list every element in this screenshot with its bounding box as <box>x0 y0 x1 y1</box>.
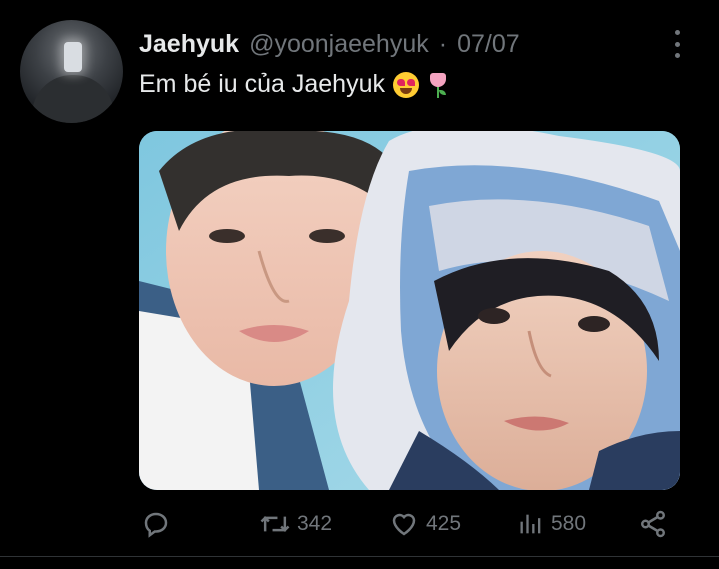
tweet-date[interactable]: 07/07 <box>457 30 520 59</box>
user-handle[interactable]: @yoonjaeehyuk <box>249 30 429 59</box>
heart-icon <box>392 513 416 536</box>
header-separator: · <box>438 29 448 58</box>
more-dot <box>674 30 680 35</box>
retweet-button[interactable]: 342 <box>259 505 332 543</box>
tweet-header: Jaehyuk @yoonjaeehyuk · 07/07 <box>139 28 520 60</box>
share-icon <box>641 510 665 538</box>
views-icon <box>520 514 541 534</box>
tweet-action-bar: 342 425 580 <box>139 505 680 543</box>
more-dot <box>674 41 680 47</box>
avatar-phone-glow <box>64 42 82 72</box>
tweet-text: Em bé iu của Jaehyuk <box>139 70 449 99</box>
share-button[interactable] <box>637 505 675 543</box>
tweet-text-content: Em bé iu của Jaehyuk <box>139 70 385 98</box>
retweet-count: 342 <box>297 512 333 535</box>
views-button[interactable]: 580 <box>517 505 586 543</box>
views-count: 580 <box>551 512 587 535</box>
like-count: 425 <box>426 512 462 535</box>
more-dot <box>674 53 680 58</box>
reply-icon <box>144 512 168 538</box>
tweet-media-image[interactable] <box>139 131 680 490</box>
avatar-figure <box>32 75 114 123</box>
more-options-icon[interactable] <box>668 30 686 58</box>
tulip-emoji-icon <box>427 71 449 99</box>
tweet-divider <box>0 556 719 557</box>
heart-eyes-emoji-icon <box>392 71 419 98</box>
media-photo <box>139 131 680 490</box>
retweet-icon <box>260 516 290 532</box>
display-name[interactable]: Jaehyuk <box>139 30 239 59</box>
reply-button[interactable] <box>141 505 177 543</box>
like-button[interactable]: 425 <box>388 505 461 543</box>
profile-avatar[interactable] <box>20 20 123 123</box>
